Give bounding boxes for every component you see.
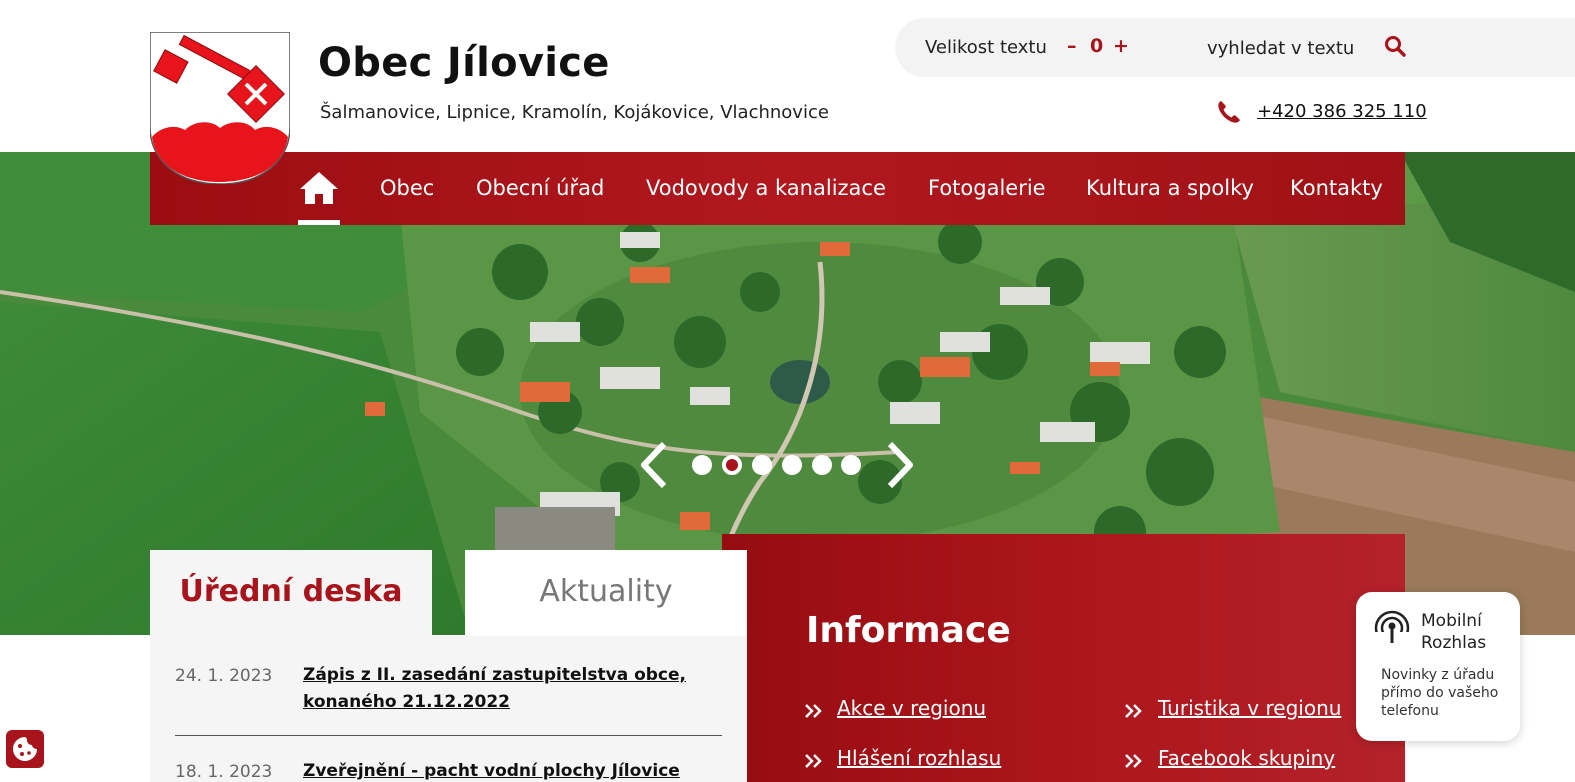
- mobilni-rozhlas-description: Novinky z úřadu přímo do vašeho telefonu: [1381, 667, 1499, 719]
- link-facebook-skupiny[interactable]: Facebook skupiny: [1158, 746, 1335, 770]
- cookie-settings-button[interactable]: [6, 730, 44, 768]
- broadcast-icon: [1374, 610, 1410, 646]
- slider-dot-2[interactable]: [722, 455, 742, 475]
- double-chevron-icon: [1125, 704, 1142, 718]
- page: Obec Jílovice Šalmanovice, Lipnice, Kram…: [0, 0, 1575, 782]
- slider-dot-6[interactable]: [841, 455, 861, 475]
- text-size-value: 0: [1090, 35, 1104, 57]
- link-turistika-v-regionu[interactable]: Turistika v regionu: [1158, 696, 1341, 720]
- chevron-left-icon[interactable]: [636, 440, 670, 490]
- link-hlaseni-rozhlasu[interactable]: Hlášení rozhlasu: [837, 746, 1001, 770]
- chevron-right-icon[interactable]: [884, 440, 918, 490]
- mobilni-rozhlas-title: Mobilní Rozhlas: [1421, 611, 1487, 653]
- double-chevron-icon: [805, 704, 822, 718]
- board-divider: [175, 735, 722, 736]
- nav-item-fotogalerie[interactable]: Fotogalerie: [928, 176, 1046, 200]
- nav-item-vodovody[interactable]: Vodovody a kanalizace: [646, 176, 886, 200]
- slider-dot-4[interactable]: [782, 455, 802, 475]
- site-title[interactable]: Obec Jílovice: [318, 40, 610, 86]
- info-title: Informace: [806, 610, 1011, 651]
- phone-link[interactable]: +420 386 325 110: [1257, 101, 1427, 122]
- nav-item-obecni-urad[interactable]: Obecní úřad: [476, 176, 604, 200]
- double-chevron-icon: [1125, 754, 1142, 768]
- cookie-icon: [13, 737, 37, 761]
- text-size-decrease-button[interactable]: –: [1067, 35, 1077, 57]
- tab-aktuality-label: Aktuality: [539, 574, 673, 609]
- tab-uredni-deska[interactable]: Úřední deska: [150, 550, 432, 636]
- board-item-date: 18. 1. 2023: [175, 762, 273, 782]
- board-item-date: 24. 1. 2023: [175, 666, 273, 686]
- slider-dot-5[interactable]: [812, 455, 832, 475]
- site-subtitle: Šalmanovice, Lipnice, Kramolín, Kojákovi…: [320, 102, 829, 123]
- crest-logo[interactable]: [150, 32, 290, 184]
- double-chevron-icon: [805, 754, 822, 768]
- toolbar: Velikost textu – 0 +: [895, 18, 1575, 77]
- tab-aktuality[interactable]: Aktuality: [465, 550, 747, 636]
- text-size-increase-button[interactable]: +: [1113, 35, 1129, 57]
- main-nav: Obec Obecní úřad Vodovody a kanalizace F…: [150, 152, 1405, 225]
- slider-dot-1[interactable]: [692, 455, 712, 475]
- search-input[interactable]: [1207, 32, 1367, 64]
- home-active-indicator: [298, 220, 340, 225]
- official-board-list: 24. 1. 2023 Zápis z II. zasedání zastupi…: [150, 636, 747, 782]
- board-item-title[interactable]: Zápis z II. zasedání zastupitelstva obce…: [303, 662, 703, 716]
- search-icon[interactable]: [1383, 34, 1407, 58]
- mobilni-rozhlas-card[interactable]: Mobilní Rozhlas Novinky z úřadu přímo do…: [1356, 592, 1520, 741]
- info-panel: Informace Akce v regionu Turistika v reg…: [722, 534, 1405, 782]
- home-icon[interactable]: [298, 170, 340, 206]
- nav-item-kultura[interactable]: Kultura a spolky: [1086, 176, 1254, 200]
- nav-item-kontakty[interactable]: Kontakty: [1290, 176, 1383, 200]
- phone-icon: [1218, 101, 1240, 123]
- text-size-label: Velikost textu: [925, 37, 1047, 58]
- link-akce-v-regionu[interactable]: Akce v regionu: [837, 696, 986, 720]
- slider-dot-3[interactable]: [752, 455, 772, 475]
- board-item-title[interactable]: Zveřejnění - pacht vodní plochy Jílovice: [303, 758, 703, 782]
- tab-uredni-deska-label: Úřední deska: [179, 574, 403, 609]
- nav-item-obec[interactable]: Obec: [380, 176, 434, 200]
